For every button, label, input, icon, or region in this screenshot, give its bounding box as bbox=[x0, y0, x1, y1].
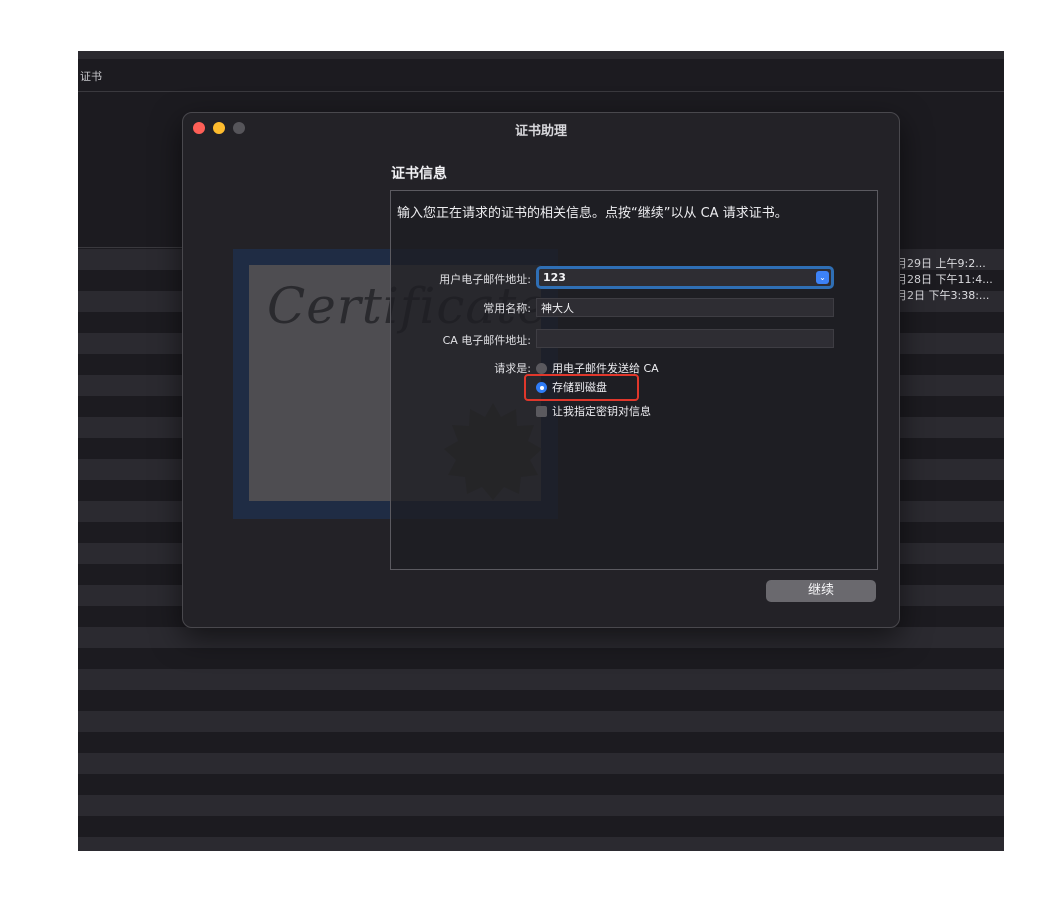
request-type-label: 请求是: bbox=[494, 362, 531, 375]
certificate-assistant-dialog: 证书助理 Certificate 证书信息 输入您正在请求的证书的相关信息。点按… bbox=[182, 112, 900, 628]
common-name-value: 神大人 bbox=[541, 302, 574, 315]
title-bar[interactable]: 证书助理 bbox=[183, 113, 899, 145]
user-email-field[interactable]: 123 ⌄ bbox=[536, 266, 834, 289]
specify-key-pair-checkbox[interactable]: 让我指定密钥对信息 bbox=[536, 403, 651, 419]
window-toolbar-edge bbox=[78, 51, 1004, 59]
ca-email-label: CA 电子邮件地址: bbox=[442, 334, 531, 347]
toolbar-divider bbox=[78, 91, 1004, 92]
chevron-down-icon[interactable]: ⌄ bbox=[816, 271, 829, 284]
common-name-label: 常用名称: bbox=[483, 302, 531, 315]
dialog-title: 证书助理 bbox=[514, 124, 567, 139]
instruction-text: 输入您正在请求的证书的相关信息。点按“继续”以从 CA 请求证书。 bbox=[397, 206, 788, 221]
list-row-date[interactable]: 月28日 下午11:4... bbox=[896, 272, 1004, 288]
list-divider bbox=[78, 247, 188, 248]
checkbox-icon bbox=[536, 406, 547, 417]
form-panel: 输入您正在请求的证书的相关信息。点按“继续”以从 CA 请求证书。 用户电子邮件… bbox=[390, 190, 878, 570]
list-row-date[interactable]: 月29日 上午9:2... bbox=[896, 256, 1004, 272]
checkbox-label: 让我指定密钥对信息 bbox=[552, 405, 651, 418]
ca-email-field[interactable] bbox=[536, 329, 834, 348]
radio-unselected-icon bbox=[536, 363, 547, 374]
annotation-highlight-box bbox=[524, 374, 639, 401]
section-heading: 证书信息 bbox=[391, 166, 447, 182]
common-name-field[interactable]: 神大人 bbox=[536, 298, 834, 317]
sidebar-category-certificates[interactable]: 证书 bbox=[80, 68, 102, 84]
email-label: 用户电子邮件地址: bbox=[439, 273, 531, 286]
list-row-date[interactable]: 月2日 下午3:38:... bbox=[896, 288, 1004, 304]
continue-button[interactable]: 继续 bbox=[766, 580, 876, 602]
user-email-value: 123 bbox=[543, 271, 566, 284]
expiry-date-column: 月29日 上午9:2... 月28日 下午11:4... 月2日 下午3:38:… bbox=[896, 256, 1004, 304]
